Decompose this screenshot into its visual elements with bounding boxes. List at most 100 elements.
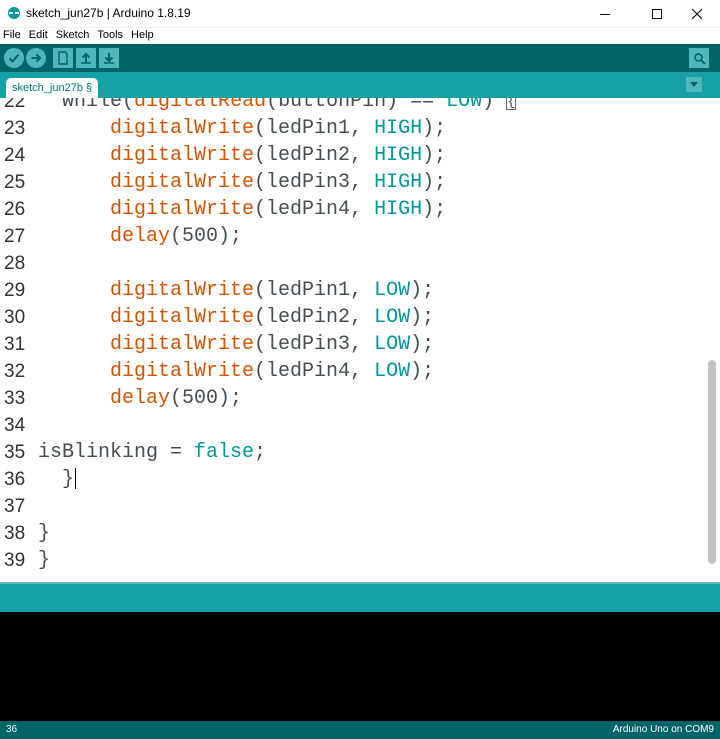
line-number: 31 — [4, 334, 26, 355]
code-token: ); — [410, 279, 435, 302]
code-line[interactable]: 29 digitalWrite(ledPin1, LOW); — [0, 277, 705, 304]
message-area — [0, 582, 720, 612]
line-number: 30 — [4, 307, 26, 328]
code-token: (ledPin4, — [254, 198, 375, 221]
code-line[interactable]: 32 digitalWrite(ledPin4, LOW); — [0, 358, 705, 385]
code-token: isBlinking = — [38, 441, 195, 464]
code-line[interactable]: 37 — [0, 493, 705, 520]
line-number: 33 — [4, 388, 26, 409]
tab-sketch[interactable]: sketch_jun27b § — [6, 78, 99, 98]
code-token: ); — [422, 117, 447, 140]
editor-scrollbar[interactable] — [705, 98, 720, 582]
console-output[interactable] — [0, 612, 720, 721]
line-number: 32 — [4, 361, 26, 382]
save-button[interactable] — [99, 48, 119, 68]
code-token: false — [194, 441, 255, 464]
code-token: LOW — [374, 279, 411, 302]
code-token: LOW — [374, 306, 411, 329]
tab-menu-button[interactable] — [686, 77, 702, 92]
line-number: 25 — [4, 172, 26, 193]
line-number: 29 — [4, 280, 26, 301]
code-line[interactable]: 35 isBlinking = false; — [0, 439, 705, 466]
code-line[interactable]: 30 digitalWrite(ledPin2, LOW); — [0, 304, 705, 331]
code-token: (ledPin2, — [254, 144, 375, 167]
code-line[interactable]: 27 delay(500); — [0, 223, 705, 250]
code-token: ); — [410, 360, 435, 383]
code-token: (ledPin4, — [254, 360, 375, 383]
code-token: (ledPin3, — [254, 171, 375, 194]
window-title: sketch_jun27b | Arduino 1.8.19 — [26, 6, 191, 20]
save-icon — [104, 53, 114, 64]
tab-strip: sketch_jun27b § — [0, 72, 720, 98]
new-button[interactable] — [53, 48, 73, 68]
code-token: digitalWrite — [110, 306, 255, 329]
line-number: 22 — [4, 98, 26, 112]
code-token: ); — [410, 306, 435, 329]
code-token: (500); — [170, 225, 243, 248]
code-token: digitalRead — [134, 98, 267, 113]
line-number: 28 — [4, 253, 26, 274]
code-line[interactable]: 28 — [0, 250, 705, 277]
code-token: HIGH — [374, 117, 423, 140]
close-icon — [691, 8, 703, 20]
line-number: 37 — [4, 496, 26, 517]
code-line[interactable]: 31 digitalWrite(ledPin3, LOW); — [0, 331, 705, 358]
serial-monitor-button[interactable] — [689, 48, 709, 68]
open-button[interactable] — [76, 48, 96, 68]
code-line[interactable]: 22 while(digitalRead(buttonPin) == LOW) … — [0, 98, 705, 115]
code-token: HIGH — [374, 171, 423, 194]
code-token: ; — [254, 441, 267, 464]
code-line[interactable]: 38} — [0, 520, 705, 547]
code-text: digitalWrite(ledPin4, HIGH); — [38, 196, 446, 223]
menu-file[interactable]: File — [0, 28, 25, 44]
scrollbar-thumb[interactable] — [708, 360, 716, 564]
status-line-number: 36 — [6, 724, 18, 735]
minimize-button[interactable] — [582, 0, 628, 28]
code-token: ( — [122, 98, 135, 113]
code-token: HIGH — [374, 144, 423, 167]
open-icon — [81, 52, 91, 64]
line-number: 38 — [4, 523, 26, 544]
code-token: delay — [110, 225, 171, 248]
code-line[interactable]: 34 — [0, 412, 705, 439]
code-text: digitalWrite(ledPin3, LOW); — [38, 331, 434, 358]
menu-tools[interactable]: Tools — [93, 28, 127, 44]
upload-button[interactable] — [26, 48, 46, 68]
menu-sketch[interactable]: Sketch — [52, 28, 94, 44]
menu-help[interactable]: Help — [127, 28, 158, 44]
code-token: (ledPin1, — [254, 117, 375, 140]
code-text: digitalWrite(ledPin2, LOW); — [38, 304, 434, 331]
verify-icon — [8, 53, 20, 63]
code-text: digitalWrite(ledPin4, LOW); — [38, 358, 434, 385]
matching-bracket: { — [506, 98, 517, 110]
status-bar: 36 Arduino Uno on COM9 — [0, 721, 720, 739]
code-line[interactable]: 39} — [0, 547, 705, 574]
code-token: ); — [422, 171, 447, 194]
code-token: digitalWrite — [110, 171, 255, 194]
code-line[interactable]: 23 digitalWrite(ledPin1, HIGH); — [0, 115, 705, 142]
code-line[interactable]: 36 } — [0, 466, 705, 493]
code-line[interactable]: 33 delay(500); — [0, 385, 705, 412]
code-token: (ledPin1, — [254, 279, 375, 302]
close-button[interactable] — [674, 0, 720, 28]
code-text: digitalWrite(ledPin2, HIGH); — [38, 142, 446, 169]
code-token: (ledPin2, — [254, 306, 375, 329]
code-token: (ledPin3, — [254, 333, 375, 356]
code-line[interactable]: 26 digitalWrite(ledPin4, HIGH); — [0, 196, 705, 223]
code-token: ); — [422, 144, 447, 167]
maximize-icon — [652, 9, 662, 19]
code-token: } — [38, 549, 51, 572]
menu-edit[interactable]: Edit — [25, 28, 52, 44]
chevron-down-icon — [690, 82, 698, 87]
code-token: digitalWrite — [110, 117, 255, 140]
code-line[interactable]: 24 digitalWrite(ledPin2, HIGH); — [0, 142, 705, 169]
text-cursor — [75, 468, 77, 490]
upload-icon — [31, 53, 42, 63]
code-line[interactable]: 25 digitalWrite(ledPin3, HIGH); — [0, 169, 705, 196]
minimize-icon — [600, 13, 610, 15]
verify-button[interactable] — [4, 48, 24, 68]
editor-divider[interactable] — [0, 582, 720, 584]
code-text: digitalWrite(ledPin3, HIGH); — [38, 169, 446, 196]
code-text: delay(500); — [38, 385, 242, 412]
code-editor[interactable]: 22 while(digitalRead(buttonPin) == LOW) … — [0, 98, 720, 582]
